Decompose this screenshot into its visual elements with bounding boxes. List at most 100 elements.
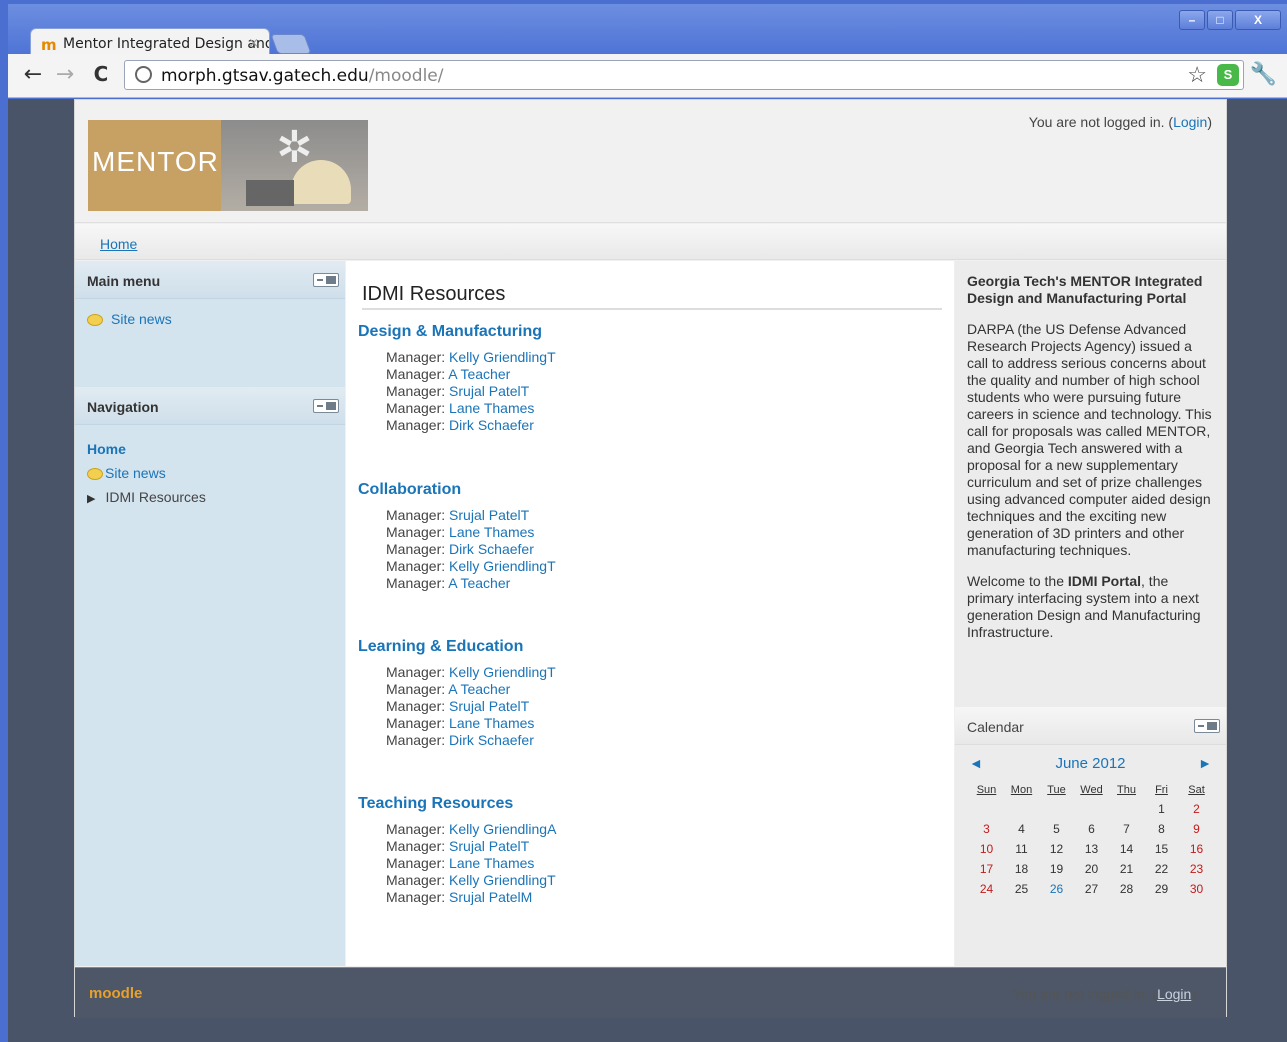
manager-link[interactable]: Srujal PatelT (449, 838, 529, 854)
calendar-day[interactable]: 23 (1179, 859, 1214, 879)
extension-icon[interactable]: S (1217, 64, 1239, 86)
manager-link[interactable]: A Teacher (448, 681, 510, 697)
dock-block-icon[interactable] (313, 273, 339, 287)
bookmark-star-icon[interactable]: ☆ (1187, 62, 1207, 88)
calendar-day[interactable]: 30 (1179, 879, 1214, 899)
manager-link[interactable]: Lane Thames (449, 400, 534, 416)
site-logo[interactable]: MENTOR ✲ (88, 120, 368, 211)
manager-link[interactable]: Lane Thames (449, 715, 534, 731)
manager-link[interactable]: Kelly GriendlingT (449, 664, 556, 680)
manager-link[interactable]: Dirk Schaefer (449, 417, 534, 433)
calendar-day[interactable]: 19 (1039, 859, 1074, 879)
calendar-day[interactable]: 8 (1144, 819, 1179, 839)
calendar-day[interactable]: 29 (1144, 879, 1179, 899)
login-link[interactable]: Login (1173, 114, 1207, 130)
manager-link[interactable]: Srujal PatelT (449, 383, 529, 399)
calendar-day[interactable]: 26 (1039, 879, 1074, 899)
calendar-day[interactable]: 1 (1144, 799, 1179, 819)
moodle-logo[interactable]: moodle (89, 985, 142, 1002)
category-section: Teaching Resources Manager: Kelly Griendl… (358, 795, 556, 906)
calendar-day[interactable]: 24 (969, 879, 1004, 899)
back-button[interactable]: ← (20, 62, 46, 87)
manager-link[interactable]: Kelly GriendlingT (449, 872, 556, 888)
dock-block-icon[interactable] (1194, 719, 1220, 733)
calendar-day[interactable]: 13 (1074, 839, 1109, 859)
manager-link[interactable]: Dirk Schaefer (449, 541, 534, 557)
calendar-day[interactable]: 27 (1074, 879, 1109, 899)
expand-arrow-icon[interactable]: ▶ (87, 493, 95, 505)
close-tab-icon[interactable]: × (248, 36, 259, 51)
calendar-day[interactable]: 16 (1179, 839, 1214, 859)
nav-home[interactable]: Home (87, 441, 126, 457)
category-title[interactable]: Design & Manufacturing (358, 323, 556, 341)
main-menu-header: Main menu (75, 261, 345, 299)
calendar-day[interactable]: 20 (1074, 859, 1109, 879)
breadcrumb-home[interactable]: Home (100, 236, 137, 252)
calendar-day[interactable]: 10 (969, 839, 1004, 859)
manager-link[interactable]: Lane Thames (449, 524, 534, 540)
calendar-day[interactable]: 6 (1074, 819, 1109, 839)
manager-link[interactable]: A Teacher (448, 575, 510, 591)
calendar-day[interactable]: 22 (1144, 859, 1179, 879)
left-column: Main menu Site news Navigation Home Site… (75, 261, 345, 966)
calendar-day[interactable]: 3 (969, 819, 1004, 839)
wrench-menu-icon[interactable]: 🔧 (1250, 61, 1277, 87)
calendar-day[interactable]: 17 (969, 859, 1004, 879)
manager-label: Manager: (386, 732, 450, 748)
manager-link[interactable]: Kelly GriendlingT (449, 558, 556, 574)
calendar-day[interactable]: 28 (1109, 879, 1144, 899)
manager-label: Manager: (386, 698, 450, 714)
manager-link[interactable]: Lane Thames (449, 855, 534, 871)
manager-link[interactable]: Srujal PatelT (449, 507, 529, 523)
next-month-icon[interactable]: ► (1198, 755, 1212, 771)
main-menu-title: Main menu (87, 273, 161, 289)
calendar-week: 24 25 26 27 28 29 30 (969, 879, 1214, 899)
category-title[interactable]: Collaboration (358, 481, 556, 499)
manager-link[interactable]: Srujal PatelM (449, 889, 532, 905)
category-title[interactable]: Learning & Education (358, 638, 556, 656)
calendar-day[interactable]: 12 (1039, 839, 1074, 859)
nav-site-news[interactable]: Site news (105, 465, 166, 481)
footer-login-link[interactable]: Login (1157, 986, 1191, 1002)
calendar-day[interactable]: 7 (1109, 819, 1144, 839)
main-menu-block: Main menu Site news (75, 261, 345, 387)
calendar-day[interactable]: 14 (1109, 839, 1144, 859)
navigation-block: Navigation Home Site news ▶ IDMI Resource… (75, 387, 345, 523)
minimize-button[interactable]: – (1179, 10, 1205, 30)
manager-link[interactable]: Kelly GriendlingA (449, 821, 556, 837)
manager-label: Manager: (386, 366, 449, 382)
manager-link[interactable]: A Teacher (448, 366, 510, 382)
site-footer: moodle You are not logged in. (Login) (75, 967, 1226, 1018)
manager-label: Manager: (386, 558, 450, 574)
reload-button[interactable]: C (88, 62, 114, 86)
new-tab-button[interactable] (270, 34, 312, 54)
calendar-month[interactable]: June 2012 (955, 755, 1226, 772)
manager-row: Manager: Srujal PatelM (358, 889, 556, 906)
manager-row: Manager: A Teacher (358, 366, 556, 383)
calendar-day[interactable]: 2 (1179, 799, 1214, 819)
calendar-day[interactable]: 18 (1004, 859, 1039, 879)
calendar-day[interactable]: 21 (1109, 859, 1144, 879)
address-bar[interactable]: morph.gtsav.gatech.edu/moodle/ (124, 60, 1244, 90)
close-window-button[interactable]: X (1235, 10, 1281, 30)
calendar-day[interactable]: 11 (1004, 839, 1039, 859)
manager-label: Manager: (386, 855, 450, 871)
manager-link[interactable]: Kelly GriendlingT (449, 349, 556, 365)
manager-link[interactable]: Dirk Schaefer (449, 732, 534, 748)
calendar-day[interactable]: 9 (1179, 819, 1214, 839)
forward-button[interactable]: → (52, 62, 78, 87)
category-title[interactable]: Teaching Resources (358, 795, 556, 813)
main-menu-site-news[interactable]: Site news (111, 311, 172, 327)
calendar-block: Calendar ◄ June 2012 ► Sun Mon Tue Wed Thu Fr… (955, 707, 1226, 899)
dock-block-icon[interactable] (313, 399, 339, 413)
robot-shape (246, 180, 294, 206)
calendar-day[interactable]: 4 (1004, 819, 1039, 839)
manager-row: Manager: Lane Thames (358, 400, 556, 417)
nav-idmi-resources[interactable]: IDMI Resources (105, 489, 205, 505)
maximize-button[interactable]: □ (1207, 10, 1233, 30)
manager-link[interactable]: Srujal PatelT (449, 698, 529, 714)
calendar-day[interactable]: 25 (1004, 879, 1039, 899)
calendar-day[interactable]: 5 (1039, 819, 1074, 839)
calendar-day[interactable]: 15 (1144, 839, 1179, 859)
about-paragraph: DARPA (the US Defense Advanced Research … (967, 321, 1212, 558)
